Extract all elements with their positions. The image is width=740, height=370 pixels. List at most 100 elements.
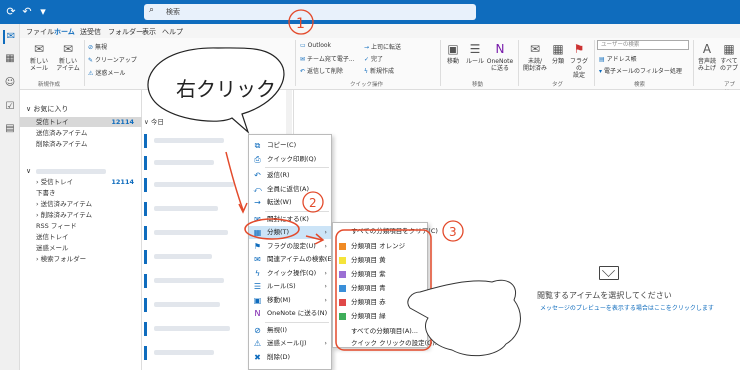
category-item[interactable]: 分類項目 紫 [333, 268, 427, 281]
onenote-icon: N [495, 42, 505, 56]
category-item[interactable]: 分類項目 黄 [333, 254, 427, 267]
tab-file[interactable]: ファイル [26, 27, 54, 37]
folder-deleted[interactable]: › 削除済みアイテム [20, 210, 142, 220]
group-quick-steps: クイック操作 [350, 82, 384, 88]
ribbon-divider [295, 40, 296, 86]
quickstep-done[interactable]: ✓ 完了 [364, 54, 383, 63]
group-move: 移動 [472, 82, 484, 88]
menu-item-reply[interactable]: ↶ 返信(R) [249, 169, 331, 182]
move-button[interactable]: ▣ 移動 [444, 42, 462, 65]
quickstep-new[interactable]: ϟ 新規作成 [364, 66, 394, 75]
tab-help[interactable]: ヘルプ [162, 27, 183, 37]
folder-junk[interactable]: 迷惑メール [20, 243, 142, 253]
group-find: 検索 [634, 82, 646, 88]
menu-item-flag[interactable]: ⚑ フラグの設定(U) › [249, 240, 331, 253]
submenu-item-label: 分類項目 オレンジ [351, 242, 406, 250]
tab-send-receive[interactable]: 送受信 [80, 27, 101, 37]
favorite-sent[interactable]: 送信済みアイテム [20, 128, 142, 138]
unread-read-button[interactable]: ✉ 未読/ 開封済み [522, 42, 548, 72]
address-book-button[interactable]: ▤ アドレス帳 [599, 54, 637, 63]
folder-drafts[interactable]: 下書き [20, 188, 142, 198]
menu-item-forward[interactable]: → 転送(W) [249, 196, 331, 209]
search-box[interactable]: ⌕ 検索 [144, 4, 476, 20]
categorize-icon: ▦ [253, 228, 262, 237]
tab-view[interactable]: 表示 [142, 27, 156, 37]
onenote-button[interactable]: N OneNote に送る [486, 42, 514, 72]
people-icon[interactable]: ☺ [3, 76, 17, 90]
submenu-item-label: 分類項目 赤 [351, 298, 386, 306]
chevron-right-icon: › [324, 241, 327, 250]
folder-sent[interactable]: › 送信済みアイテム [20, 199, 142, 209]
category-item[interactable]: 分類項目 緑 [333, 310, 427, 323]
tab-folder[interactable]: フォルダー [108, 27, 143, 37]
undo-icon[interactable]: ↶ [20, 5, 34, 19]
read-aloud-button[interactable]: A 音声読 み上げ [696, 42, 718, 72]
menu-item-copy[interactable]: ⧉ コピー(C) [249, 139, 331, 152]
category-item[interactable]: 分類項目 赤 [333, 296, 427, 309]
favorite-inbox[interactable]: 受信トレイ 12114 [20, 117, 142, 127]
junk-button[interactable]: ⚠ 迷惑メール [88, 68, 125, 77]
quickstep-outlook[interactable]: ▭ Outlook [300, 42, 331, 49]
folder-outbox[interactable]: 送信トレイ [20, 232, 142, 242]
favorite-deleted[interactable]: 削除済みアイテム [20, 139, 142, 149]
category-color-swatch [339, 285, 346, 292]
menu-item-read[interactable]: ✉ 開封にする(K) [249, 213, 331, 226]
categorize-button[interactable]: ▦ 分類 [550, 42, 566, 65]
menu-item-label: フラグの設定(U) [267, 241, 316, 250]
menu-item-print[interactable]: ⎙ クイック印刷(Q) [249, 153, 331, 166]
quickstep-team-mail[interactable]: ✉ チーム宛て電子... [300, 54, 355, 63]
menu-item-delete[interactable]: ✖ 削除(D) [249, 351, 331, 364]
menu-item-label: 全員に返信(A) [267, 184, 310, 193]
followup-button[interactable]: ⚑ フラグの 設定 [568, 42, 590, 79]
new-item-button[interactable]: ✉ 新しい アイテム [54, 42, 82, 72]
junk-icon: ⚠ [88, 70, 94, 77]
ribbon-divider [84, 40, 85, 86]
apps-icon[interactable]: ▤ [3, 122, 17, 136]
folder-rss[interactable]: RSS フィード [20, 221, 142, 231]
menu-item-categorize[interactable]: ▦ 分類(T) › [249, 226, 331, 239]
category-item[interactable]: 分類項目 青 [333, 282, 427, 295]
sync-icon[interactable]: ⟳ [4, 5, 18, 19]
menu-separator [265, 321, 329, 323]
cleanup-icon: ✎ [88, 57, 94, 64]
menu-item-onenote[interactable]: N OneNote に送る(N) [249, 307, 331, 320]
menu-item-label: 開封にする(K) [267, 214, 309, 223]
menu-item-reply-all[interactable]: ⤺ 全員に返信(A) [249, 183, 331, 196]
menu-item-ignore[interactable]: ⊘ 無視(I) [249, 324, 331, 337]
calendar-icon[interactable]: ▦ [3, 52, 17, 66]
customize-icon[interactable]: ▾ [36, 5, 50, 19]
reading-pane-preview-link[interactable]: メッセージのプレビューを表示する場合はここをクリックします [540, 303, 714, 312]
mail-icon[interactable]: ✉ [3, 30, 17, 44]
tasks-icon[interactable]: ☑ [3, 100, 17, 114]
menu-item-rules[interactable]: ☰ ルール(S) › [249, 280, 331, 293]
category-color-swatch [339, 313, 346, 320]
menu-item-move[interactable]: ▣ 移動(M) › [249, 294, 331, 307]
move-icon: ▣ [447, 42, 459, 56]
category-item[interactable]: 分類項目 オレンジ [333, 240, 427, 253]
new-mail-button[interactable]: ✉ 新しい メール [28, 42, 50, 72]
cleanup-button[interactable]: ✎ クリーンアップ [88, 55, 137, 64]
category-color-swatch [339, 271, 346, 278]
all-apps-button[interactable]: ▦ すべて のアプ [720, 42, 738, 72]
clear-categories-item[interactable]: すべての分類項目をクリア(C) [333, 225, 438, 238]
junk-icon: ⚠ [253, 339, 262, 348]
folder-inbox[interactable]: › 受信トレイ 12114 [20, 177, 142, 187]
people-search-input[interactable]: ユーザーの検索 [597, 40, 689, 50]
quickstep-forward-boss[interactable]: → 上司に転送 [364, 42, 401, 51]
find-related-icon: ✉ [254, 255, 261, 264]
folder-search[interactable]: › 検索フォルダー [20, 254, 142, 264]
filter-mail-button[interactable]: ▾ 電子メールのフィルター処理 [599, 66, 682, 75]
group-header-today[interactable]: ∨ 今日 [144, 116, 164, 126]
ignore-button[interactable]: ⊘ 無視 [88, 42, 107, 51]
quickstep-reply-delete[interactable]: ↶ 返信して削除 [300, 66, 343, 75]
menu-item-junk[interactable]: ⚠ 迷惑メール(J) › [249, 337, 331, 350]
menu-item-quick-steps[interactable]: ϟ クイック操作(Q) › [249, 267, 331, 280]
menu-item-find-related[interactable]: ✉ 関連アイテムの検索(E) › [249, 253, 334, 266]
rules-icon: ☰ [253, 282, 262, 291]
submenu-item-label: すべての分類項目をクリア(C) [351, 227, 438, 235]
favorites-header[interactable]: ∨ お気に入り [20, 104, 142, 114]
quick-click-item[interactable]: クイック クリックの設定(Q)... [333, 337, 441, 350]
rules-button[interactable]: ☰ ルール [466, 42, 484, 65]
menu-item-label: ルール(S) [267, 282, 296, 290]
account-header[interactable]: ∨ [20, 166, 142, 176]
